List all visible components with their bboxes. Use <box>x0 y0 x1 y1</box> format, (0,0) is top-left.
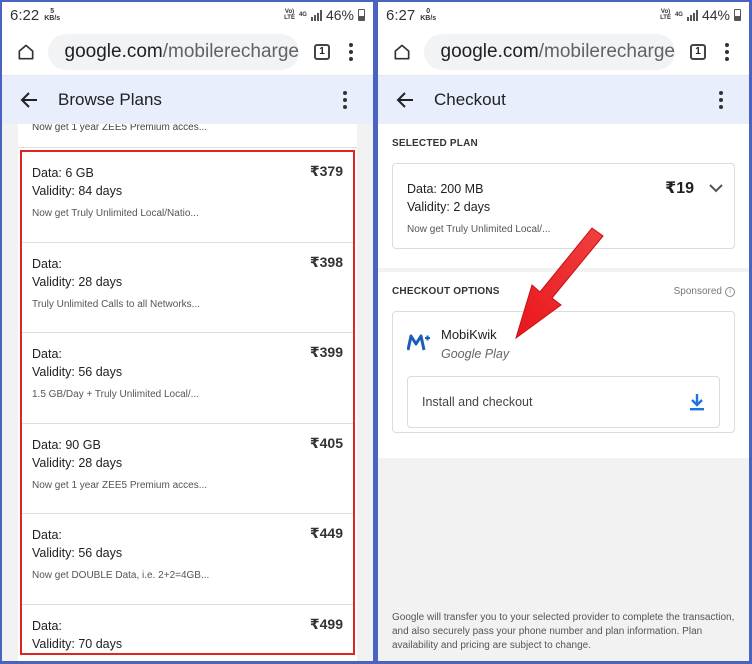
plan-row[interactable]: Data: 6 GB Validity: 84 days ₹379 Now ge… <box>22 152 353 243</box>
page-title: Checkout <box>434 90 506 109</box>
plan-data: Data: 6 GB <box>32 166 94 180</box>
browser-toolbar: google.com/mobilerecharge 1 <box>378 28 749 76</box>
page-title: Browse Plans <box>58 90 162 109</box>
battery-icon <box>358 9 365 21</box>
battery-percent: 44% <box>701 7 730 23</box>
signal-icon <box>310 9 322 21</box>
plan-price: ₹398 <box>309 253 343 270</box>
plan-price: ₹405 <box>309 434 343 451</box>
url-domain: google.com <box>440 40 539 62</box>
url-domain: google.com <box>64 40 163 62</box>
back-arrow-icon[interactable] <box>20 91 38 109</box>
home-button[interactable] <box>386 36 418 68</box>
disclaimer-text: Google will transfer you to your selecte… <box>378 603 749 661</box>
address-bar[interactable]: google.com/mobilerecharge <box>424 33 675 70</box>
browser-toolbar: google.com/mobilerecharge 1 <box>2 28 373 76</box>
address-bar[interactable]: google.com/mobilerecharge <box>48 33 299 70</box>
app-bar: Browse Plans <box>2 76 373 124</box>
plan-price: ₹499 <box>309 615 343 632</box>
network-speed: 5 KB/s <box>44 8 61 22</box>
plan-price: ₹379 <box>309 163 343 179</box>
signal-icon <box>686 9 698 21</box>
provider-card: MobiKwik Google Play Install and checkou… <box>392 311 735 433</box>
status-bar: 6:22 5 KB/s Vo) LTE 4G 46% <box>2 2 373 28</box>
network-type: 4G <box>298 12 307 18</box>
plan-validity: Validity: 28 days <box>32 274 123 289</box>
plan-data: Data: <box>32 618 62 633</box>
plan-data: Data: <box>32 528 62 542</box>
plan-description: Now get 1 year ZEE5 Premium acces... <box>32 479 208 491</box>
install-button-label: Install and checkout <box>422 395 533 409</box>
tab-switcher-button[interactable]: 1 <box>307 36 337 68</box>
selected-plan-card[interactable]: Data: 200 MB Validity: 2 days Now get Tr… <box>392 163 735 249</box>
plan-description: Now get Truly Unlimited Local/Natio... <box>32 208 199 219</box>
volte-indicator: Vo) LTE <box>660 9 671 21</box>
plan-data: Data: 90 GB <box>32 437 101 452</box>
checkout-options-label: CHECKOUT OPTIONS <box>392 286 500 297</box>
mobikwik-logo-icon <box>407 334 430 351</box>
plan-price: ₹449 <box>309 525 343 541</box>
overflow-menu-button[interactable] <box>331 84 359 116</box>
plan-row[interactable]: Data: Validity: 56 days ₹449 Now get DOU… <box>22 514 353 605</box>
chevron-down-icon[interactable] <box>708 180 724 196</box>
status-bar: 6:27 0 KB/s Vo) LTE 4G 44% <box>378 2 749 28</box>
plan-validity: Validity: 56 days <box>32 546 123 560</box>
provider-store: Google Play <box>441 347 510 361</box>
network-speed: 0 KB/s <box>420 8 437 22</box>
browser-menu-button[interactable] <box>337 36 365 68</box>
plan-description: Now get Truly Unlimited Local/... <box>407 224 551 235</box>
plan-description: 1.5 GB/Day + Truly Unlimited Local/... <box>32 389 200 400</box>
plan-description: Truly Unlimited Calls to all Networks... <box>32 298 201 310</box>
right-screenshot: 6:27 0 KB/s Vo) LTE 4G 44% google.com/mobi… <box>378 2 749 661</box>
home-icon <box>394 44 410 60</box>
plan-row[interactable]: Data: 90 GB Validity: 28 days ₹405 Now g… <box>22 424 353 514</box>
install-and-checkout-button[interactable]: Install and checkout <box>407 376 720 428</box>
network-type: 4G <box>674 12 683 18</box>
lock-icon <box>58 51 59 52</box>
battery-icon <box>734 9 741 21</box>
battery-percent: 46% <box>325 7 354 23</box>
plan-data: Data: <box>32 256 62 271</box>
checkout-content: SELECTED PLAN Data: 200 MB Validity: 2 d… <box>378 124 749 661</box>
plan-data: Data: <box>32 347 62 361</box>
download-icon <box>690 394 704 411</box>
status-time: 6:22 <box>10 6 40 24</box>
plan-validity: Validity: 2 days <box>407 200 491 214</box>
tab-switcher-button[interactable]: 1 <box>683 36 713 68</box>
plans-content: Now get 1 year ZEE5 Premium acces... Dat… <box>2 124 373 661</box>
plan-validity: Validity: 56 days <box>32 365 123 379</box>
plan-teaser-text: Now get 1 year ZEE5 Premium acces... <box>18 124 357 148</box>
plan-description: Now get DOUBLE Data, i.e. 2+2=4GB... <box>32 570 210 581</box>
home-icon <box>18 44 34 60</box>
checkout-options-section: CHECKOUT OPTIONS Sponsored i MobiKwik Goo… <box>378 272 749 458</box>
plan-price: ₹399 <box>309 344 343 360</box>
overflow-menu-button[interactable] <box>707 84 735 116</box>
status-time: 6:27 <box>386 6 416 24</box>
selected-plan-section: SELECTED PLAN Data: 200 MB Validity: 2 d… <box>378 124 749 268</box>
info-icon[interactable]: i <box>725 286 735 297</box>
plan-row[interactable]: Data: Validity: 56 days ₹399 1.5 GB/Day … <box>22 333 353 424</box>
tab-count: 1 <box>314 43 330 60</box>
selected-plan-label: SELECTED PLAN <box>392 138 478 149</box>
sponsored-label: Sponsored i <box>674 286 735 297</box>
plans-card: Now get 1 year ZEE5 Premium acces... Dat… <box>18 124 357 661</box>
plan-validity: Validity: 84 days <box>32 184 123 198</box>
tab-count: 1 <box>690 43 706 60</box>
plan-row[interactable]: Data: Validity: 28 days ₹398 Truly Unlim… <box>22 243 353 333</box>
url-path: /mobilerecharge <box>162 40 299 62</box>
plan-price: ₹19 <box>665 180 694 197</box>
plan-row[interactable]: Data: Validity: 70 days ₹499 <box>22 605 353 654</box>
app-bar: Checkout <box>378 76 749 124</box>
left-screenshot: 6:22 5 KB/s Vo) LTE 4G 46% google.com/mobi… <box>2 2 373 661</box>
lock-icon <box>434 51 435 52</box>
plan-validity: Validity: 70 days <box>32 636 123 651</box>
volte-indicator: Vo) LTE <box>284 9 295 21</box>
back-arrow-icon[interactable] <box>396 91 414 109</box>
browser-menu-button[interactable] <box>713 36 741 68</box>
plan-validity: Validity: 28 days <box>32 455 123 470</box>
home-button[interactable] <box>10 36 42 68</box>
url-path: /mobilerecharge <box>538 40 675 62</box>
provider-name: MobiKwik <box>441 327 497 342</box>
highlighted-plan-list: Data: 6 GB Validity: 84 days ₹379 Now ge… <box>20 150 355 655</box>
